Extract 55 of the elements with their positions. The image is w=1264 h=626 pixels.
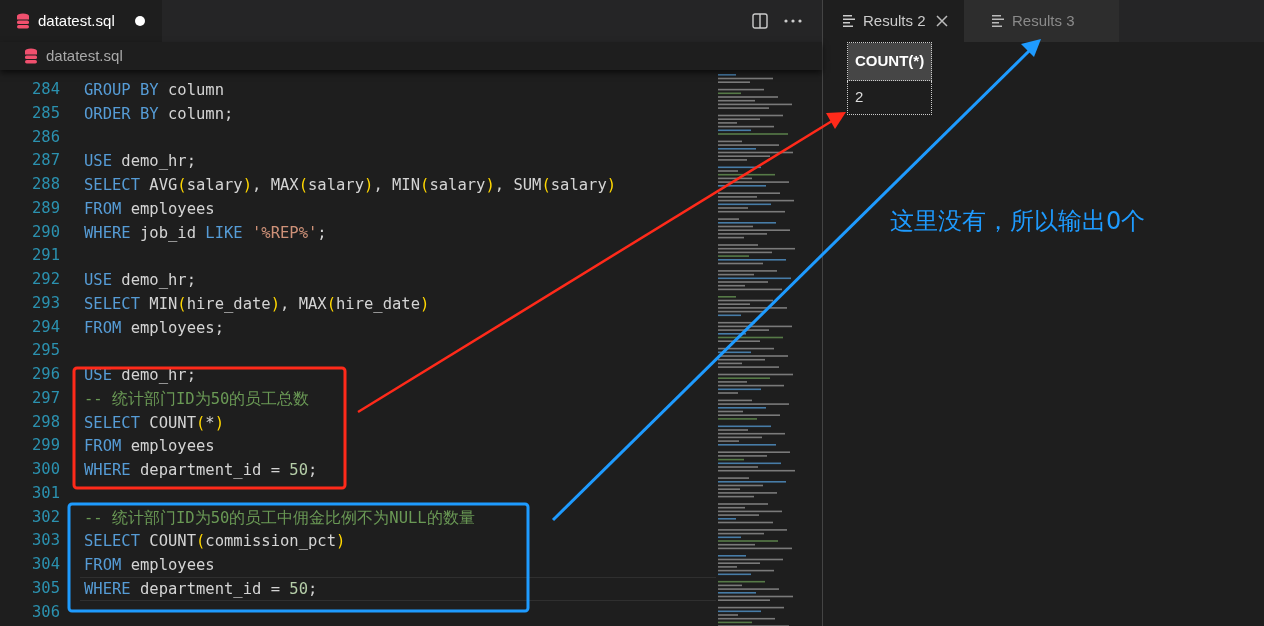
line-number: 306 bbox=[31, 601, 60, 623]
close-icon[interactable] bbox=[936, 15, 948, 27]
tab-title: datatest.sql bbox=[38, 10, 115, 31]
code-line: FROM employees; bbox=[84, 317, 224, 339]
line-number: 301 bbox=[31, 482, 60, 504]
code-line: FROM employees bbox=[84, 436, 215, 457]
line-number: 300 bbox=[31, 459, 60, 480]
line-number: 294 bbox=[31, 316, 60, 338]
code-line: FROM employees bbox=[84, 198, 215, 220]
code-line: SELECT COUNT(commission_pct) bbox=[84, 531, 346, 552]
code-line: SELECT MIN(hire_date), MAX(hire_date) bbox=[84, 293, 430, 315]
line-number: 292 bbox=[31, 269, 60, 290]
line-number: 298 bbox=[31, 411, 60, 433]
line-number: 287 bbox=[31, 150, 60, 172]
database-icon bbox=[16, 13, 30, 29]
line-number: 302 bbox=[31, 506, 60, 528]
lines-icon bbox=[992, 15, 1004, 27]
line-number: 299 bbox=[31, 435, 60, 457]
line-number: 295 bbox=[31, 340, 60, 362]
line-number: 285 bbox=[31, 102, 60, 124]
code-line: WHERE department_id = 50; bbox=[84, 460, 318, 481]
results-tab[interactable]: Results 3 bbox=[964, 0, 1119, 42]
line-number: 291 bbox=[31, 245, 60, 267]
line-number: 288 bbox=[31, 174, 60, 195]
more-icon[interactable] bbox=[784, 19, 802, 23]
lines-icon bbox=[843, 15, 855, 27]
results-tab[interactable]: Results 2 bbox=[823, 0, 964, 42]
column-header: COUNT(*) bbox=[847, 42, 932, 81]
code-line: -- 统计部门ID为50的员工中佣金比例不为NULL的数量 bbox=[84, 507, 475, 529]
code-line: GROUP BY column bbox=[84, 80, 224, 101]
line-number: 293 bbox=[31, 292, 60, 314]
code-line: FROM employees bbox=[84, 555, 215, 576]
code-line: USE demo_hr; bbox=[84, 270, 196, 291]
line-number: 303 bbox=[31, 530, 60, 552]
breadcrumb[interactable]: datatest.sql bbox=[46, 44, 123, 68]
annotation-text: 这里没有，所以输出0个 bbox=[890, 206, 1146, 237]
code-line: SELECT AVG(salary), MAX(salary), MIN(salary), SUM(salary) bbox=[84, 175, 617, 196]
line-number: 286 bbox=[31, 126, 60, 148]
line-number: 305 bbox=[31, 577, 60, 599]
code-line: -- 统计部门ID为50的员工总数 bbox=[84, 388, 310, 410]
line-number: 297 bbox=[31, 387, 60, 409]
database-icon bbox=[24, 48, 38, 64]
code-line: SELECT COUNT(*) bbox=[84, 412, 225, 434]
line-number: 304 bbox=[31, 554, 60, 575]
editor-tab[interactable]: datatest.sql bbox=[0, 0, 162, 42]
line-number: 296 bbox=[31, 364, 60, 385]
code-line: ORDER BY column; bbox=[84, 103, 234, 125]
code-line: USE demo_hr; bbox=[84, 151, 196, 172]
line-number: 284 bbox=[31, 79, 60, 100]
line-number: 289 bbox=[31, 197, 60, 219]
code-line: WHERE department_id = 50; bbox=[84, 578, 318, 600]
line-number: 290 bbox=[31, 221, 60, 243]
code-line: WHERE job_id LIKE '%REP%'; bbox=[84, 222, 327, 244]
split-editor-icon[interactable] bbox=[752, 13, 768, 29]
table-cell: 2 bbox=[847, 80, 932, 115]
